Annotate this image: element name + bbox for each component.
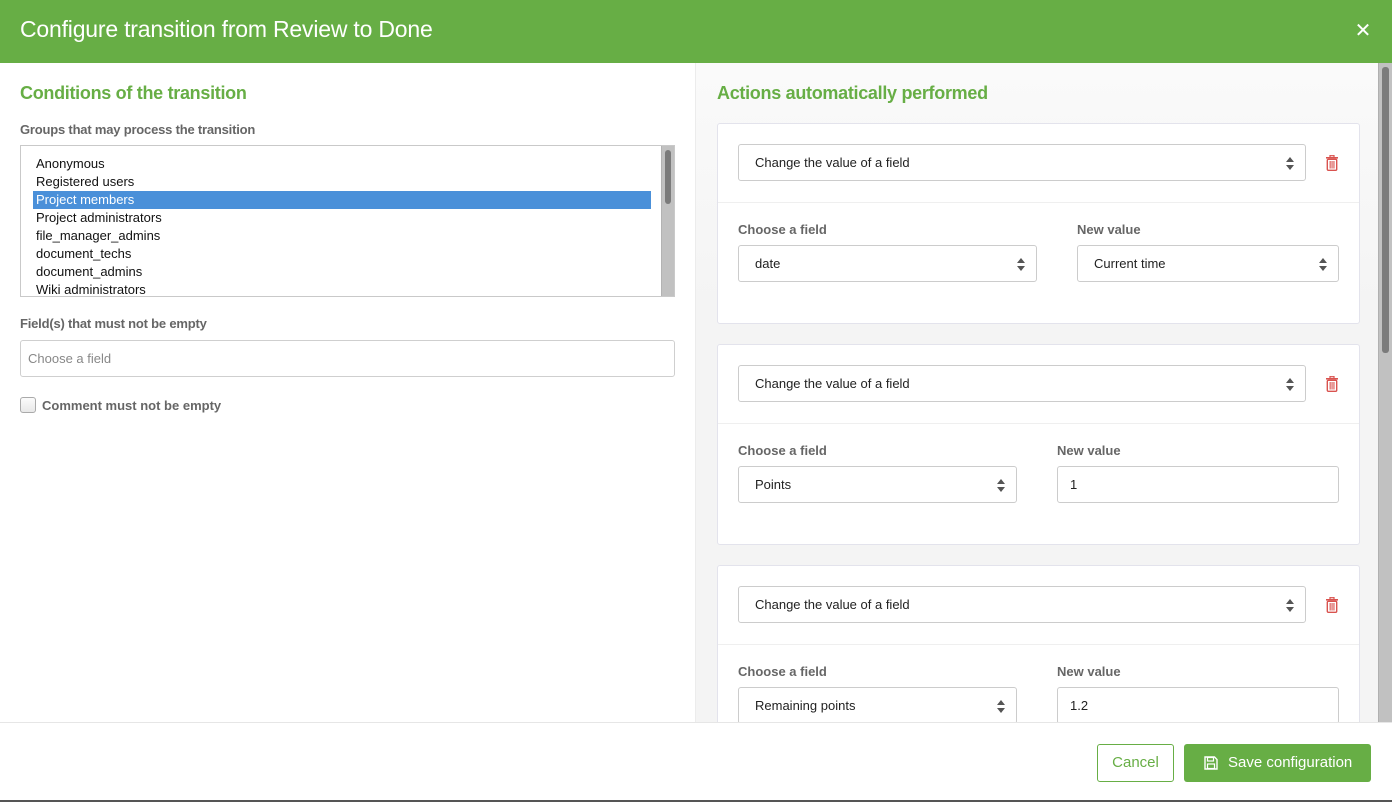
card-divider: [718, 423, 1359, 424]
group-option-document-techs[interactable]: document_techs: [33, 245, 651, 263]
trash-icon[interactable]: [1325, 376, 1339, 392]
select-arrows-icon: [997, 477, 1005, 493]
group-option-anonymous[interactable]: Anonymous: [33, 155, 651, 173]
modal-footer: Cancel Save configuration: [0, 722, 1392, 800]
card-divider: [718, 202, 1359, 203]
select-arrows-icon: [1017, 256, 1025, 272]
group-option-project-administrators[interactable]: Project administrators: [33, 209, 651, 227]
groups-scrollbar-thumb[interactable]: [665, 150, 671, 204]
select-arrows-icon: [997, 698, 1005, 714]
action-type-value: Change the value of a field: [755, 155, 910, 170]
actions-title: Actions automatically performed: [717, 83, 988, 103]
field-select[interactable]: Points: [738, 466, 1017, 503]
choose-field-label: Choose a field: [738, 222, 827, 237]
cancel-button[interactable]: Cancel: [1097, 744, 1174, 782]
close-button[interactable]: ✕: [1354, 20, 1372, 42]
select-arrows-icon: [1319, 256, 1327, 272]
trash-icon[interactable]: [1325, 155, 1339, 171]
action-type-select[interactable]: Change the value of a field: [738, 586, 1306, 623]
action-card: Change the value of a field Choose a fie…: [717, 344, 1360, 545]
actions-pane: Actions automatically performed Change t…: [695, 63, 1378, 722]
new-value-input[interactable]: 1: [1057, 466, 1339, 503]
new-value-label: New value: [1077, 222, 1141, 237]
action-card: Change the value of a field Choose a fie…: [717, 565, 1360, 722]
groups-scrollbar[interactable]: [661, 146, 674, 296]
select-arrows-icon: [1286, 597, 1294, 613]
group-option-wiki-administrators[interactable]: Wiki administrators: [33, 281, 651, 296]
comment-required-checkbox[interactable]: [20, 397, 36, 413]
field-select-value: Points: [755, 477, 792, 492]
floppy-disk-icon: [1204, 756, 1218, 770]
groups-multiselect[interactable]: Anonymous Registered users Project membe…: [20, 145, 675, 297]
modal-scrollbar-thumb[interactable]: [1382, 67, 1389, 353]
choose-field-label: Choose a field: [738, 443, 827, 458]
select-arrows-icon: [1286, 155, 1294, 171]
modal-header: Configure transition from Review to Done…: [0, 0, 1392, 63]
save-configuration-button[interactable]: Save configuration: [1184, 744, 1371, 782]
groups-label: Groups that may process the transition: [20, 122, 256, 137]
close-icon: ✕: [1354, 20, 1372, 42]
field-select[interactable]: Remaining points: [738, 687, 1017, 722]
modal-title: Configure transition from Review to Done: [20, 16, 433, 42]
comment-required-label[interactable]: Comment must not be empty: [42, 398, 221, 413]
action-card: Change the value of a field Choose a fie…: [717, 123, 1360, 324]
conditions-title: Conditions of the transition: [20, 83, 247, 103]
field-select[interactable]: date: [738, 245, 1037, 282]
action-type-value: Change the value of a field: [755, 597, 910, 612]
group-option-file-manager-admins[interactable]: file_manager_admins: [33, 227, 651, 245]
select-arrows-icon: [1286, 376, 1294, 392]
transition-config-modal: Configure transition from Review to Done…: [0, 0, 1392, 800]
choose-field-label: Choose a field: [738, 664, 827, 679]
group-option-project-members[interactable]: Project members: [33, 191, 651, 209]
new-value-select-value: Current time: [1094, 256, 1166, 271]
group-option-registered-users[interactable]: Registered users: [33, 173, 651, 191]
trash-icon[interactable]: [1325, 597, 1339, 613]
new-value-label: New value: [1057, 664, 1121, 679]
required-fields-label: Field(s) that must not be empty: [20, 316, 207, 331]
new-value-input[interactable]: 1.2: [1057, 687, 1339, 722]
new-value-select[interactable]: Current time: [1077, 245, 1339, 282]
field-select-value: date: [755, 256, 781, 271]
group-option-document-admins[interactable]: document_admins: [33, 263, 651, 281]
conditions-pane: Conditions of the transition Groups that…: [0, 63, 695, 722]
modal-scrollbar[interactable]: [1378, 63, 1392, 722]
card-divider: [718, 644, 1359, 645]
action-type-select[interactable]: Change the value of a field: [738, 365, 1306, 402]
save-button-label: Save configuration: [1228, 754, 1353, 771]
new-value-label: New value: [1057, 443, 1121, 458]
action-type-select[interactable]: Change the value of a field: [738, 144, 1306, 181]
field-select-value: Remaining points: [755, 698, 856, 713]
action-type-value: Change the value of a field: [755, 376, 910, 391]
required-fields-input[interactable]: Choose a field: [20, 340, 675, 377]
